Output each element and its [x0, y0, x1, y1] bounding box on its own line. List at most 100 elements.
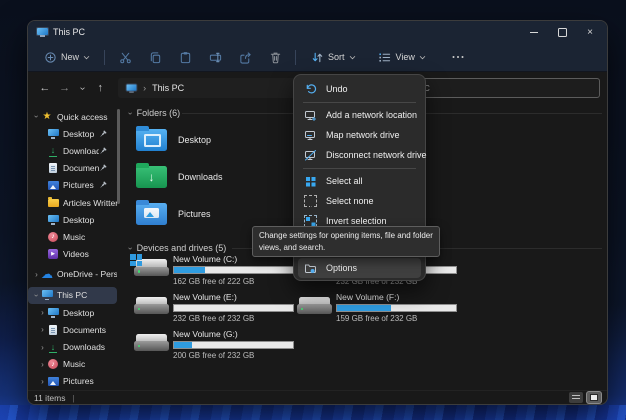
menu-item-label: Invert selection: [326, 216, 387, 226]
video-icon: [47, 248, 59, 260]
hard-drive-icon: [134, 259, 169, 276]
network-map-icon: [304, 129, 317, 142]
delete-icon[interactable]: [268, 50, 282, 64]
menu-item-label: Add a network location: [326, 110, 417, 120]
monitor-icon: [47, 214, 59, 226]
maximize-button[interactable]: [548, 21, 576, 43]
breadcrumb[interactable]: This PC: [152, 83, 184, 93]
chevron-down-icon[interactable]: [129, 109, 132, 118]
select-none-icon: [304, 195, 317, 208]
large-icons-view-button[interactable]: [587, 392, 601, 403]
download-icon: [47, 145, 59, 157]
view-icon: [378, 50, 392, 64]
chevron-down-icon: [83, 55, 90, 60]
sidebar-item-this-pc-downloads[interactable]: Downloads: [28, 338, 117, 355]
hard-drive-icon: [297, 297, 332, 314]
chevron-right-icon[interactable]: [38, 360, 47, 369]
chevron-down-icon[interactable]: [32, 112, 41, 121]
close-button[interactable]: ×: [576, 21, 604, 43]
drive-tile-c[interactable]: New Volume (C:) 162 GB free of 222 GB: [173, 254, 294, 286]
toolbar-divider: [104, 50, 105, 65]
sidebar-item-videos[interactable]: Videos: [28, 246, 117, 263]
chevron-right-icon[interactable]: [38, 377, 47, 386]
sidebar-item-this-pc-music[interactable]: Music: [28, 356, 117, 373]
sidebar-item-quick-access[interactable]: Quick access: [28, 108, 117, 125]
sidebar-item-this-pc-desktop[interactable]: Desktop: [28, 304, 117, 321]
capacity-bar: [173, 341, 294, 349]
back-button[interactable]: ←: [35, 82, 55, 94]
folder-tile-desktop[interactable]: Desktop: [136, 125, 211, 155]
menu-item-map-network-drive[interactable]: Map network drive: [298, 125, 421, 145]
see-more-icon: [450, 56, 466, 59]
sidebar-scrollbar[interactable]: [117, 109, 120, 204]
toolbar-divider: [295, 50, 296, 65]
share-icon[interactable]: [238, 50, 252, 64]
titlebar: This PC ×: [28, 21, 607, 43]
windows-logo-icon: [130, 254, 142, 266]
drive-tile-f[interactable]: New Volume (F:) 159 GB free of 232 GB: [336, 292, 457, 324]
minimize-button[interactable]: [520, 21, 548, 43]
sidebar-item-this-pc[interactable]: This PC: [28, 287, 117, 304]
sidebar-item-music[interactable]: Music: [28, 228, 117, 245]
capacity-bar: [336, 304, 457, 312]
menu-item-add-network-location[interactable]: Add a network location: [298, 105, 421, 125]
menu-item-select-all[interactable]: Select all: [298, 171, 421, 191]
rename-icon[interactable]: [208, 50, 222, 64]
sort-icon: [310, 50, 324, 64]
select-all-icon: [304, 175, 317, 188]
copy-icon[interactable]: [148, 50, 162, 64]
menu-item-select-none[interactable]: Select none: [298, 191, 421, 211]
chevron-right-icon[interactable]: [38, 308, 47, 317]
menu-separator: [303, 168, 416, 169]
pin-icon[interactable]: [99, 147, 107, 155]
drive-tile-e[interactable]: New Volume (E:) 232 GB free of 232 GB: [173, 292, 294, 324]
forward-button[interactable]: →: [55, 82, 75, 94]
chevron-right-icon[interactable]: [38, 325, 47, 334]
menu-item-options[interactable]: Options: [298, 258, 421, 278]
drive-tile-g[interactable]: New Volume (G:) 200 GB free of 232 GB: [173, 329, 294, 361]
view-button[interactable]: View: [373, 47, 431, 67]
drives-group-header[interactable]: Devices and drives (5): [129, 243, 226, 253]
sidebar-item-downloads[interactable]: Downloads: [28, 142, 117, 159]
pin-icon[interactable]: [99, 181, 107, 189]
details-view-button[interactable]: [569, 392, 583, 403]
sidebar-item-desktop[interactable]: Desktop: [28, 125, 117, 142]
chevron-right-icon[interactable]: [32, 270, 41, 279]
picture-icon: [47, 375, 59, 387]
music-icon: [47, 231, 59, 243]
chevron-down-icon[interactable]: [32, 291, 41, 300]
new-button[interactable]: New: [38, 47, 95, 67]
sidebar-item-onedrive[interactable]: OneDrive - Person: [28, 266, 117, 283]
sidebar-item-documents[interactable]: Documents: [28, 160, 117, 177]
sort-button[interactable]: Sort: [305, 47, 361, 67]
recent-locations-button[interactable]: [75, 83, 91, 94]
pin-icon[interactable]: [99, 130, 107, 138]
menu-item-undo[interactable]: Undo: [298, 79, 421, 99]
up-button[interactable]: ↑: [90, 82, 110, 94]
sidebar-item-articles-written[interactable]: Articles Written: [28, 194, 117, 211]
sidebar-item-this-pc-pictures[interactable]: Pictures: [28, 373, 117, 390]
see-more-button[interactable]: [445, 53, 471, 62]
pin-icon[interactable]: [99, 164, 107, 172]
cloud-icon: [41, 268, 53, 280]
folders-group-header[interactable]: Folders (6): [129, 108, 180, 118]
command-bar: New: [28, 43, 607, 72]
chevron-down-icon: [349, 55, 356, 60]
paste-icon[interactable]: [178, 50, 192, 64]
chevron-right-icon[interactable]: [38, 343, 47, 352]
menu-item-disconnect-network-drive[interactable]: Disconnect network drive: [298, 145, 421, 165]
cut-icon[interactable]: [118, 50, 132, 64]
sort-label: Sort: [328, 52, 345, 62]
options-tooltip: Change settings for opening items, file …: [252, 226, 440, 257]
undo-icon: [304, 83, 317, 96]
sidebar-item-pictures[interactable]: Pictures: [28, 177, 117, 194]
options-icon: [304, 262, 317, 275]
folder-tile-downloads[interactable]: Downloads: [136, 162, 223, 192]
window-title-text: This PC: [53, 27, 85, 37]
chevron-down-icon[interactable]: [129, 244, 132, 253]
hard-drive-icon: [134, 334, 169, 351]
sidebar-item-desktop-2[interactable]: Desktop: [28, 211, 117, 228]
sidebar-item-this-pc-documents[interactable]: Documents: [28, 321, 117, 338]
folder-tile-pictures[interactable]: Pictures: [136, 199, 211, 229]
folder-icon: [47, 197, 59, 209]
